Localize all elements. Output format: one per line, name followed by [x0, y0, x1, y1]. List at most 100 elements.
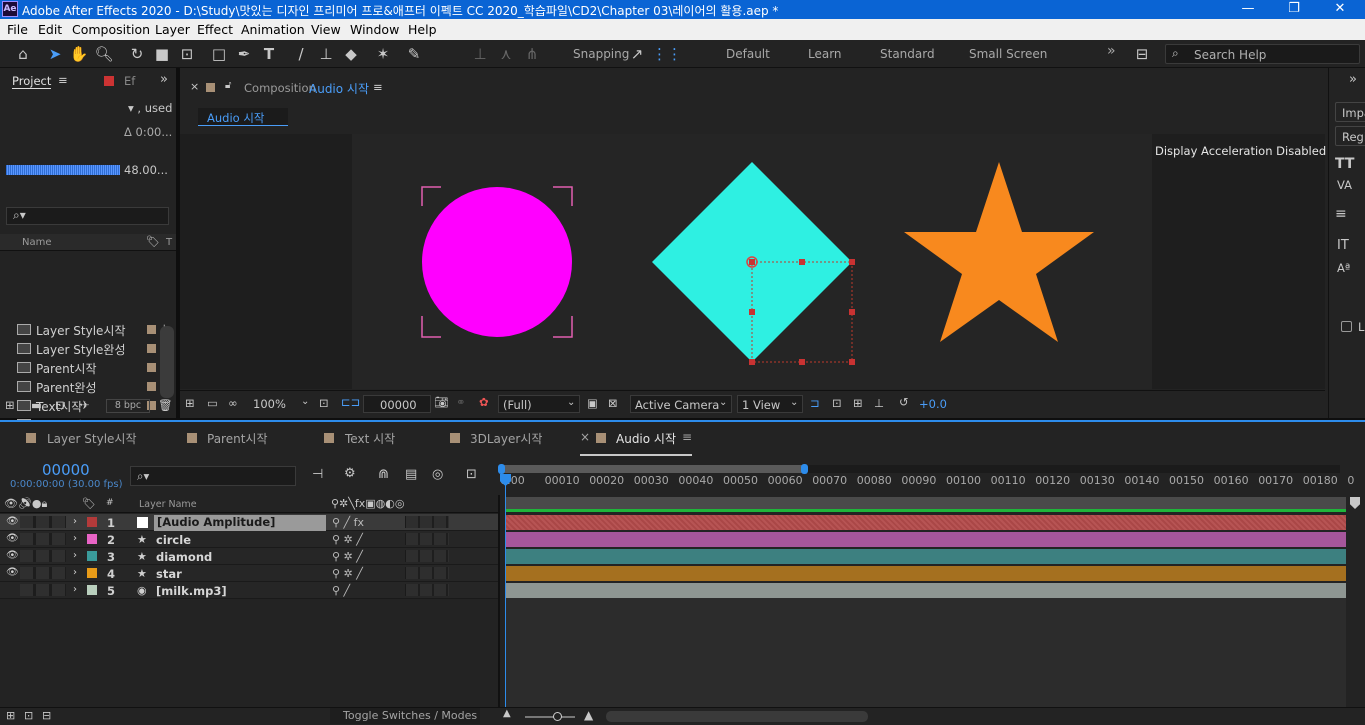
composition-name[interactable]: Audio 시작 — [309, 80, 369, 97]
composition-viewer[interactable] — [352, 134, 1152, 389]
visibility-eye-icon[interactable]: 👁︎ — [6, 550, 19, 561]
project-item[interactable]: Layer Style완성 — [0, 339, 158, 358]
menu-view[interactable]: View — [311, 22, 341, 37]
timecode-field[interactable]: 00000 — [363, 395, 431, 413]
chevron-right-icon[interactable]: › — [73, 584, 77, 595]
selection-tool-icon[interactable]: ➤ — [45, 44, 65, 64]
menu-effect[interactable]: Effect — [197, 22, 233, 37]
menu-help[interactable]: Help — [408, 22, 437, 37]
layer-name[interactable]: diamond — [156, 550, 212, 564]
layer-label-color[interactable] — [87, 551, 97, 561]
camera-tool-icon[interactable]: ■ — [152, 44, 172, 64]
layer-name[interactable]: star — [156, 567, 182, 581]
close-tab-icon[interactable]: × — [190, 80, 199, 93]
timeline-tab[interactable]: Layer Style시작 — [47, 430, 137, 447]
new-folder-icon[interactable]: ▬ — [31, 398, 42, 412]
snap-features-icon[interactable]: ⋮⋮ — [652, 44, 682, 64]
chevron-right-icon[interactable]: › — [73, 550, 77, 561]
ligatures-checkbox[interactable] — [1341, 321, 1352, 332]
layer-duration-bar[interactable] — [506, 583, 1346, 598]
layer-mode-boxes[interactable] — [405, 533, 449, 545]
minimize-button[interactable]: — — [1225, 0, 1271, 19]
layer-switches-icon[interactable]: ⊞ — [6, 709, 15, 722]
layer-mode-boxes[interactable] — [405, 550, 449, 562]
text-size-icon[interactable]: TT — [1335, 156, 1354, 172]
clone-stamp-tool-icon[interactable]: ⊥ — [316, 44, 336, 64]
hand-tool-icon[interactable]: ✋ — [69, 44, 89, 64]
layer-switches[interactable]: ⚲ ✲ ╱ — [332, 533, 363, 546]
tracking-icon[interactable]: VA — [1337, 178, 1352, 192]
timeline-horizontal-scrollbar[interactable] — [606, 711, 868, 722]
layer-switches[interactable]: ⚲ ✲ ╱ — [332, 550, 363, 563]
layer-duration-bar[interactable] — [506, 515, 1346, 530]
timeline-tab[interactable]: Parent시작 — [207, 430, 268, 447]
layer-name[interactable]: circle — [156, 533, 191, 547]
snapshot-icon[interactable]: 📷︎ — [434, 395, 449, 409]
type-tool-icon[interactable]: T — [259, 44, 279, 64]
puppet-pin-tool-icon[interactable]: ✎ — [404, 44, 424, 64]
motion-blur-icon[interactable]: ◎ — [432, 467, 443, 482]
rectangle-tool-icon[interactable]: □ — [209, 44, 229, 64]
navigator-start-handle[interactable] — [498, 464, 505, 474]
panel-menu-icon[interactable]: ≡ — [373, 80, 383, 94]
frame-blending-icon[interactable]: ▤ — [405, 467, 417, 482]
layer-name[interactable]: [Audio Amplitude] — [154, 515, 326, 531]
eraser-tool-icon[interactable]: ◆ — [341, 44, 361, 64]
resolution-dropdown[interactable]: (Full) ⌄ — [498, 395, 580, 413]
timeline-tab[interactable]: Audio 시작 — [616, 430, 676, 447]
chevron-right-icon[interactable]: › — [73, 567, 77, 578]
workspace-default[interactable]: Default — [726, 47, 770, 61]
snap-edges-icon[interactable]: ↗ — [627, 44, 647, 64]
menu-animation[interactable]: Animation — [241, 22, 305, 37]
solo-lock-boxes[interactable] — [20, 516, 66, 528]
delete-icon[interactable]: 🗑︎ — [158, 398, 173, 412]
sync-settings-icon[interactable]: ⊟ — [1132, 44, 1152, 64]
layer-label-color[interactable] — [87, 585, 97, 595]
search-help-field[interactable]: ⌕ Search Help — [1165, 44, 1360, 64]
layer-duration-bar[interactable] — [506, 549, 1346, 564]
timeline-zoom-slider[interactable] — [525, 716, 575, 718]
reset-exposure-icon[interactable]: ↺ — [899, 395, 909, 409]
layer-duration-bar[interactable] — [506, 532, 1346, 547]
playhead-line[interactable] — [505, 474, 506, 709]
interpret-footage-icon[interactable]: ⊞ — [5, 398, 15, 412]
timeline-tab[interactable]: 3DLayer시작 — [470, 430, 542, 447]
project-item-label-color[interactable] — [147, 325, 156, 334]
zoom-in-icon[interactable]: ▲ — [584, 708, 593, 722]
transfer-controls-icon[interactable]: ⊡ — [24, 709, 33, 722]
vertical-scale-icon[interactable]: IT — [1337, 238, 1349, 253]
shy-layers-icon[interactable]: ⋒ — [378, 467, 389, 482]
monitor-icon[interactable]: ▭ — [207, 396, 218, 410]
home-icon[interactable]: ⌂ — [13, 44, 33, 64]
layer-mode-boxes[interactable] — [405, 584, 449, 596]
menu-file[interactable]: File — [7, 22, 28, 37]
show-snapshot-icon[interactable]: ⚭ — [456, 395, 466, 409]
project-settings-icon[interactable]: ✈ — [80, 398, 90, 412]
layer-row[interactable]: 👁︎ › 2 ★ circle ⚲ ✲ ╱ — [0, 531, 498, 548]
channel-icon[interactable]: ✿ — [479, 395, 489, 409]
layer-label-color[interactable] — [87, 534, 97, 544]
project-search-input[interactable]: ⌕▾ — [6, 207, 169, 225]
layer-name[interactable]: [milk.mp3] — [156, 584, 227, 598]
close-tab-icon[interactable]: × — [580, 430, 590, 444]
workspace-standard[interactable]: Standard — [880, 47, 935, 61]
navigator-end-handle[interactable] — [801, 464, 808, 474]
panel-overflow[interactable]: » — [1349, 72, 1357, 87]
timeline-tab[interactable]: Text 시작 — [345, 430, 395, 447]
baseline-shift-icon[interactable]: Aª — [1337, 261, 1350, 275]
toggle-switches-modes-button[interactable]: Toggle Switches / Modes — [330, 708, 480, 724]
close-button[interactable]: ✕ — [1317, 0, 1363, 19]
solo-lock-boxes[interactable] — [20, 584, 66, 596]
view-layout-dropdown[interactable]: 1 View ⌄ — [737, 395, 803, 413]
lock-icon[interactable]: 🔓︎ — [225, 80, 231, 91]
panel-menu-icon[interactable]: ≡ — [58, 73, 68, 87]
timeline-icon[interactable]: ⊞ — [853, 396, 863, 410]
timeline-search-input[interactable]: ⌕▾ — [130, 466, 296, 486]
workspace-overflow[interactable]: » — [1107, 43, 1116, 59]
solo-lock-boxes[interactable] — [20, 567, 66, 579]
vr-icon[interactable]: ∞ — [228, 396, 238, 410]
paragraph-align-icon[interactable]: ≡ — [1335, 206, 1347, 222]
column-type[interactable]: T — [166, 237, 172, 248]
workspace-small-screen[interactable]: Small Screen — [969, 47, 1047, 61]
menu-window[interactable]: Window — [350, 22, 399, 37]
